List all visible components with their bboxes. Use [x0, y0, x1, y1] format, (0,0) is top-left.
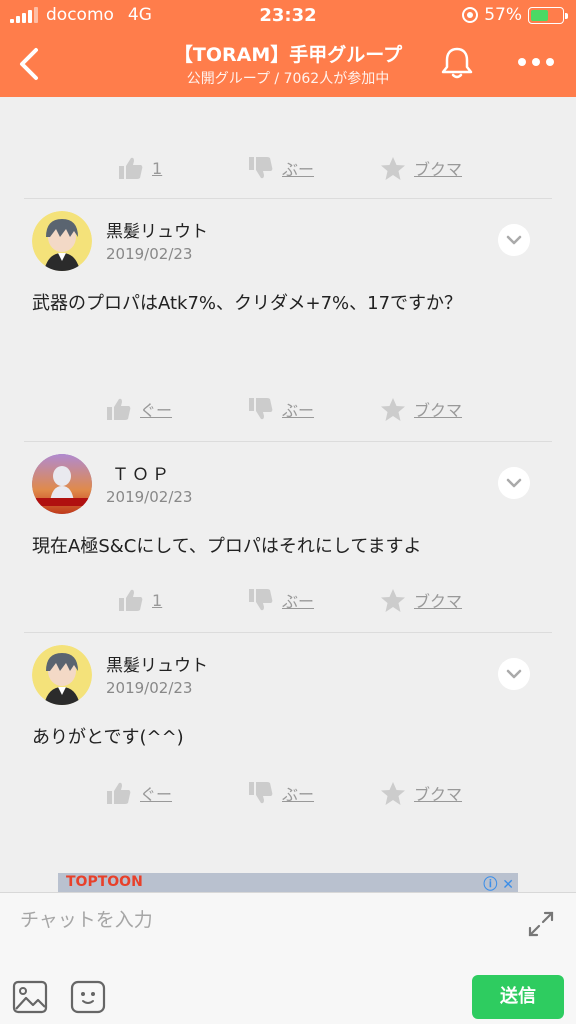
like-label: ぐー: [140, 401, 173, 420]
send-button[interactable]: 送信: [472, 975, 564, 1019]
expand-icon[interactable]: [526, 909, 556, 939]
dislike-label: ぶー: [282, 160, 315, 179]
comment-post: ＴＯＰ 2019/02/23 現在A極S&Cにして、プロパはそれにしてますよ 1…: [0, 442, 576, 632]
dislike-label: ぶー: [282, 592, 315, 611]
bookmark-label: ブクマ: [414, 401, 463, 420]
thumbs-down-icon: [249, 157, 273, 179]
username[interactable]: 黒髪リュウト: [106, 217, 208, 242]
post-date: 2019/02/23: [106, 679, 193, 697]
post-date: 2019/02/23: [106, 245, 193, 263]
ad-close-icon[interactable]: ⓘ ✕: [483, 874, 514, 892]
back-arrow-icon[interactable]: [14, 44, 44, 84]
thumbs-up-icon: [107, 398, 131, 420]
dislike-button[interactable]: ぶー: [248, 148, 314, 188]
post-actions: 1 ぶー ブクマ: [0, 580, 576, 620]
like-count: 1: [152, 590, 163, 610]
orientation-lock-icon: [462, 7, 479, 23]
group-subtitle: 公開グループ / 7062人が参加中: [186, 71, 390, 87]
star-icon: [381, 588, 405, 612]
like-button[interactable]: ぐー: [106, 773, 172, 813]
bookmark-button[interactable]: ブクマ: [380, 580, 462, 620]
bookmark-button[interactable]: ブクマ: [380, 773, 462, 813]
chevron-down-icon[interactable]: [498, 658, 530, 690]
ad-banner[interactable]: TOPTOON ⓘ ✕: [58, 873, 518, 892]
post-date: 2019/02/23: [106, 488, 193, 506]
thumbs-up-icon: [119, 589, 143, 611]
star-icon: [381, 781, 405, 805]
star-icon: [381, 156, 405, 180]
thumbs-up-icon: [107, 782, 131, 804]
thumbs-up-icon: [119, 157, 143, 179]
post-text: ありがとです(^^): [32, 727, 184, 748]
avatar[interactable]: [32, 645, 92, 705]
status-bar: docomo 4G 23:32 57%: [0, 0, 576, 30]
like-button[interactable]: ぐー: [106, 389, 172, 429]
like-label: ぐー: [140, 785, 173, 804]
dislike-button[interactable]: ぶー: [248, 580, 314, 620]
dislike-label: ぶー: [282, 401, 315, 420]
post-text: 現在A極S&Cにして、プロパはそれにしてますよ: [32, 536, 422, 557]
bell-icon[interactable]: [438, 44, 476, 82]
header-bar: docomo 4G 23:32 57% 【TORAM】手甲グループ 公開グループ…: [0, 0, 576, 97]
sticker-icon[interactable]: [70, 979, 106, 1015]
ad-brand: TOPTOON: [66, 874, 143, 890]
bookmark-label: ブクマ: [414, 785, 463, 804]
chat-bar: チャットを入力 送信: [0, 892, 576, 1024]
avatar[interactable]: [32, 454, 92, 514]
post-actions: ぐー ぶー ブクマ: [0, 389, 576, 429]
bookmark-label: ブクマ: [414, 160, 463, 179]
chevron-down-icon[interactable]: [498, 467, 530, 499]
battery-icon: [528, 6, 568, 24]
more-menu-icon[interactable]: [518, 52, 554, 72]
group-title: 【TORAM】手甲グループ: [173, 44, 403, 66]
chevron-down-icon[interactable]: [498, 224, 530, 256]
bookmark-button[interactable]: ブクマ: [380, 148, 462, 188]
bookmark-button[interactable]: ブクマ: [380, 389, 462, 429]
like-count: 1: [152, 158, 163, 178]
like-button[interactable]: 1: [118, 580, 162, 620]
thumbs-down-icon: [249, 398, 273, 420]
like-button[interactable]: 1: [118, 148, 162, 188]
comment-post: 黒髪リュウト 2019/02/23 ありがとです(^^) ぐー ぶー ブクマ: [0, 633, 576, 823]
avatar[interactable]: [32, 211, 92, 271]
post-actions: ぐー ぶー ブクマ: [0, 773, 576, 813]
dislike-button[interactable]: ぶー: [248, 773, 314, 813]
username[interactable]: ＴＯＰ: [112, 460, 172, 485]
comment-post: 黒髪リュウト 2019/02/23 武器のプロパはAtk7%、クリダメ+7%、1…: [0, 199, 576, 439]
image-icon[interactable]: [12, 979, 48, 1015]
username[interactable]: 黒髪リュウト: [106, 651, 208, 676]
star-icon: [381, 397, 405, 421]
post-text: 武器のプロパはAtk7%、クリダメ+7%、17ですか？: [32, 293, 463, 314]
post-actions: 1 ぶー ブクマ: [0, 148, 576, 188]
dislike-button[interactable]: ぶー: [248, 389, 314, 429]
thumbs-down-icon: [249, 782, 273, 804]
thumbs-down-icon: [249, 589, 273, 611]
bookmark-label: ブクマ: [414, 592, 463, 611]
battery-percent: 57%: [484, 5, 522, 25]
chat-input[interactable]: チャットを入力: [20, 905, 500, 932]
thread-content: 1 ぶー ブクマ 黒髪リュウト 2019/02/23 武器のプロパはAtk7%、…: [0, 97, 576, 892]
dislike-label: ぶー: [282, 785, 315, 804]
